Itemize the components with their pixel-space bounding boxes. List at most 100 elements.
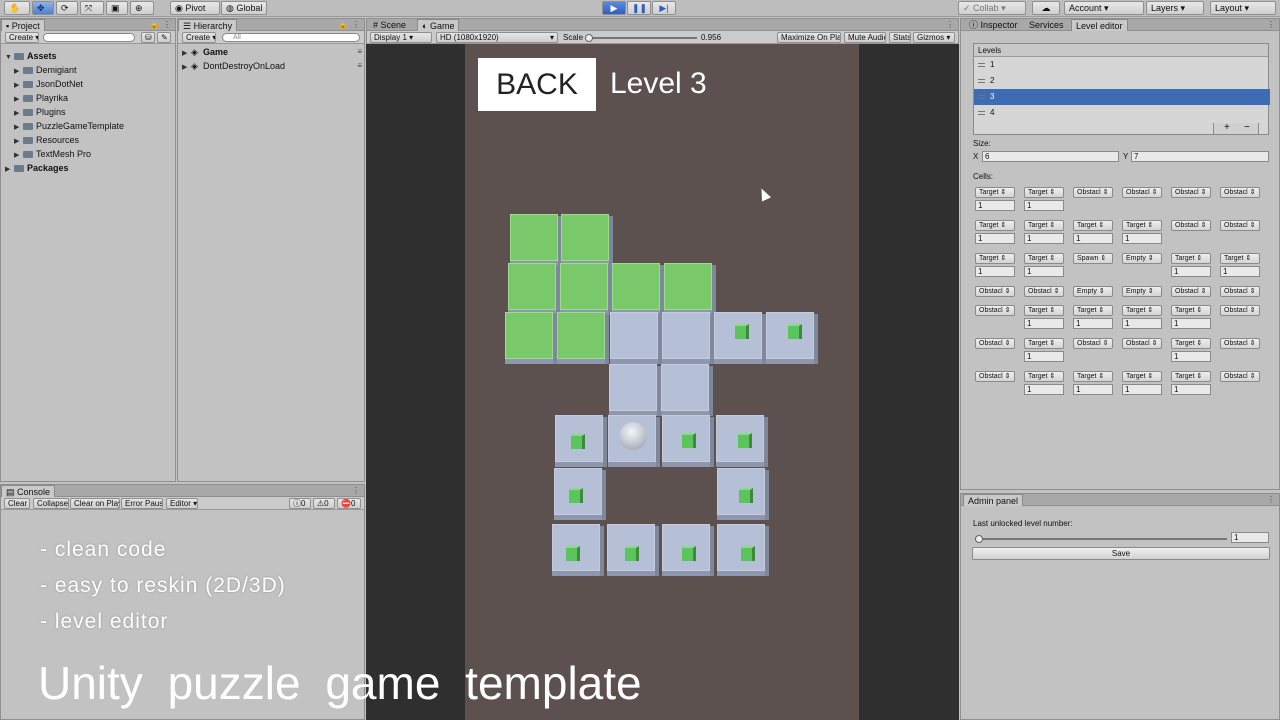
cell-type-dropdown[interactable]: Obstacl ⇕ <box>1073 187 1113 198</box>
cell-type-dropdown[interactable]: Obstacl ⇕ <box>1073 338 1113 349</box>
cell-type-dropdown[interactable]: Empty ⇕ <box>1122 253 1162 264</box>
cell-type-dropdown[interactable]: Obstacl ⇕ <box>975 286 1015 297</box>
tree-item[interactable]: ▶ TextMesh Pro <box>5 148 124 162</box>
step-button[interactable]: ▶| <box>652 1 676 15</box>
tab-game[interactable]: ◐ Game <box>417 19 460 31</box>
cell-value-field[interactable]: 1 <box>1122 318 1162 329</box>
cell-type-dropdown[interactable]: Target ⇕ <box>1024 338 1064 349</box>
item-menu-icon[interactable]: ≡ <box>357 46 362 58</box>
stats-toggle[interactable]: Stats <box>889 32 911 43</box>
size-x-field[interactable]: 6 <box>982 151 1119 162</box>
panel-menu-icon[interactable]: ⋮ <box>163 20 171 29</box>
cell-type-dropdown[interactable]: Obstacl ⇕ <box>975 305 1015 316</box>
cell-value-field[interactable]: 1 <box>975 200 1015 211</box>
cell-type-dropdown[interactable]: Spawn ⇕ <box>1073 253 1113 264</box>
console-collapse-button[interactable]: Collapse <box>33 498 69 509</box>
project-create-button[interactable]: Create ▾ <box>5 32 39 43</box>
cell-type-dropdown[interactable]: Obstacl ⇕ <box>1122 338 1162 349</box>
cell-value-field[interactable]: 1 <box>1073 233 1113 244</box>
cell-type-dropdown[interactable]: Target ⇕ <box>975 253 1015 264</box>
console-error-pause-button[interactable]: Error Pause <box>121 498 163 509</box>
cell-value-field[interactable]: 1 <box>975 233 1015 244</box>
panel-menu-icon[interactable]: ⋮ <box>1267 20 1275 29</box>
cell-type-dropdown[interactable]: Target ⇕ <box>1024 220 1064 231</box>
layers-dropdown[interactable]: Layers ▾ <box>1146 1 1204 15</box>
hierarchy-search-input[interactable]: All <box>222 33 360 42</box>
level-row[interactable]: 4 <box>974 105 1270 121</box>
cell-type-dropdown[interactable]: Obstacl ⇕ <box>1220 371 1260 382</box>
cell-type-dropdown[interactable]: Target ⇕ <box>1073 371 1113 382</box>
console-clear-button[interactable]: Clear <box>4 498 30 509</box>
rect-tool-icon[interactable]: ▣ <box>106 1 128 15</box>
collab-dropdown[interactable]: ✓ Collab ▾ <box>958 1 1026 15</box>
account-dropdown[interactable]: Account ▾ <box>1064 1 1144 15</box>
hand-tool-icon[interactable]: ✋ <box>4 1 30 15</box>
puzzle-board[interactable] <box>505 214 825 584</box>
cell-type-dropdown[interactable]: Obstacl ⇕ <box>1220 286 1260 297</box>
cell-type-dropdown[interactable]: Target ⇕ <box>975 220 1015 231</box>
cell-type-dropdown[interactable]: Obstacl ⇕ <box>1220 338 1260 349</box>
pause-button[interactable]: ❚❚ <box>627 1 651 15</box>
mute-audio-toggle[interactable]: Mute Audio <box>844 32 886 43</box>
maximize-on-play-toggle[interactable]: Maximize On Play <box>777 32 841 43</box>
tree-item[interactable]: ▶ Playrika <box>5 92 124 106</box>
scale-tool-icon[interactable]: ⤧ <box>80 1 104 15</box>
hierarchy-item-game[interactable]: ▶ ◈ Game ≡ <box>182 46 362 60</box>
gizmos-dropdown[interactable]: Gizmos ▾ <box>913 32 955 43</box>
level-row[interactable]: 2 <box>974 73 1270 89</box>
console-log-toggle[interactable]: ⓘ0 <box>289 498 311 509</box>
panel-menu-icon[interactable]: ⋮ <box>1267 495 1275 504</box>
cell-type-dropdown[interactable]: Target ⇕ <box>1024 371 1064 382</box>
cell-value-field[interactable]: 1 <box>1171 266 1211 277</box>
hierarchy-item-dontdestroy[interactable]: ▶ ◈ DontDestroyOnLoad ≡ <box>182 60 362 74</box>
tab-project[interactable]: ▪ Project <box>1 19 45 31</box>
add-level-icon[interactable]: + <box>1224 123 1230 133</box>
cell-type-dropdown[interactable]: Obstacl ⇕ <box>1024 286 1064 297</box>
scale-slider[interactable] <box>585 34 697 42</box>
cell-value-field[interactable]: 1 <box>1024 266 1064 277</box>
cell-value-field[interactable]: 1 <box>1024 351 1064 362</box>
console-clear-on-play-button[interactable]: Clear on Play <box>70 498 120 509</box>
drag-handle-icon[interactable] <box>978 111 985 115</box>
cell-value-field[interactable]: 1 <box>1024 318 1064 329</box>
cell-type-dropdown[interactable]: Empty ⇕ <box>1122 286 1162 297</box>
cell-type-dropdown[interactable]: Target ⇕ <box>1073 220 1113 231</box>
pivot-toggle[interactable]: ◉ Pivot <box>170 1 220 15</box>
drag-handle-icon[interactable] <box>978 63 985 67</box>
move-tool-icon[interactable]: ✥ <box>32 1 54 15</box>
cell-value-field[interactable]: 1 <box>1073 384 1113 395</box>
tree-item-packages[interactable]: ▶ Packages <box>5 162 124 176</box>
panel-menu-icon[interactable]: ⋮ <box>352 20 360 29</box>
cell-type-dropdown[interactable]: Obstacl ⇕ <box>1171 220 1211 231</box>
project-search-input[interactable] <box>43 33 135 42</box>
drag-handle-icon[interactable] <box>978 79 985 83</box>
tree-item[interactable]: ▶ Demigiant <box>5 64 124 78</box>
play-button[interactable]: ▶ <box>602 1 626 15</box>
resolution-dropdown[interactable]: HD (1080x1920) ▾ <box>436 32 558 43</box>
cell-type-dropdown[interactable]: Obstacl ⇕ <box>1220 220 1260 231</box>
lock-icon[interactable]: 🔒 <box>338 20 348 29</box>
cell-type-dropdown[interactable]: Obstacl ⇕ <box>1171 286 1211 297</box>
cell-type-dropdown[interactable]: Target ⇕ <box>1220 253 1260 264</box>
cell-value-field[interactable]: 1 <box>1171 318 1211 329</box>
console-error-toggle[interactable]: ⛔0 <box>337 498 361 509</box>
cell-type-dropdown[interactable]: Obstacl ⇕ <box>1220 305 1260 316</box>
item-menu-icon[interactable]: ≡ <box>357 60 362 72</box>
last-unlocked-slider[interactable] <box>975 535 1227 543</box>
cell-type-dropdown[interactable]: Target ⇕ <box>1171 253 1211 264</box>
cell-value-field[interactable]: 1 <box>1024 200 1064 211</box>
cell-value-field[interactable]: 1 <box>1024 233 1064 244</box>
cell-value-field[interactable]: 1 <box>975 266 1015 277</box>
filter-label-icon[interactable]: ✎ <box>157 32 171 43</box>
save-button[interactable]: Save <box>972 547 1270 560</box>
back-button[interactable]: BACK <box>478 58 596 111</box>
cell-type-dropdown[interactable]: Target ⇕ <box>1122 220 1162 231</box>
drag-handle-icon[interactable] <box>978 95 985 99</box>
cell-type-dropdown[interactable]: Target ⇕ <box>1122 305 1162 316</box>
cell-type-dropdown[interactable]: Target ⇕ <box>1122 371 1162 382</box>
cell-type-dropdown[interactable]: Target ⇕ <box>1073 305 1113 316</box>
display-dropdown[interactable]: Display 1 ▾ <box>370 32 432 43</box>
slider-thumb[interactable] <box>975 535 983 543</box>
tab-console[interactable]: ▤ Console <box>1 485 56 497</box>
hierarchy-create-button[interactable]: Create ▾ <box>182 32 216 43</box>
